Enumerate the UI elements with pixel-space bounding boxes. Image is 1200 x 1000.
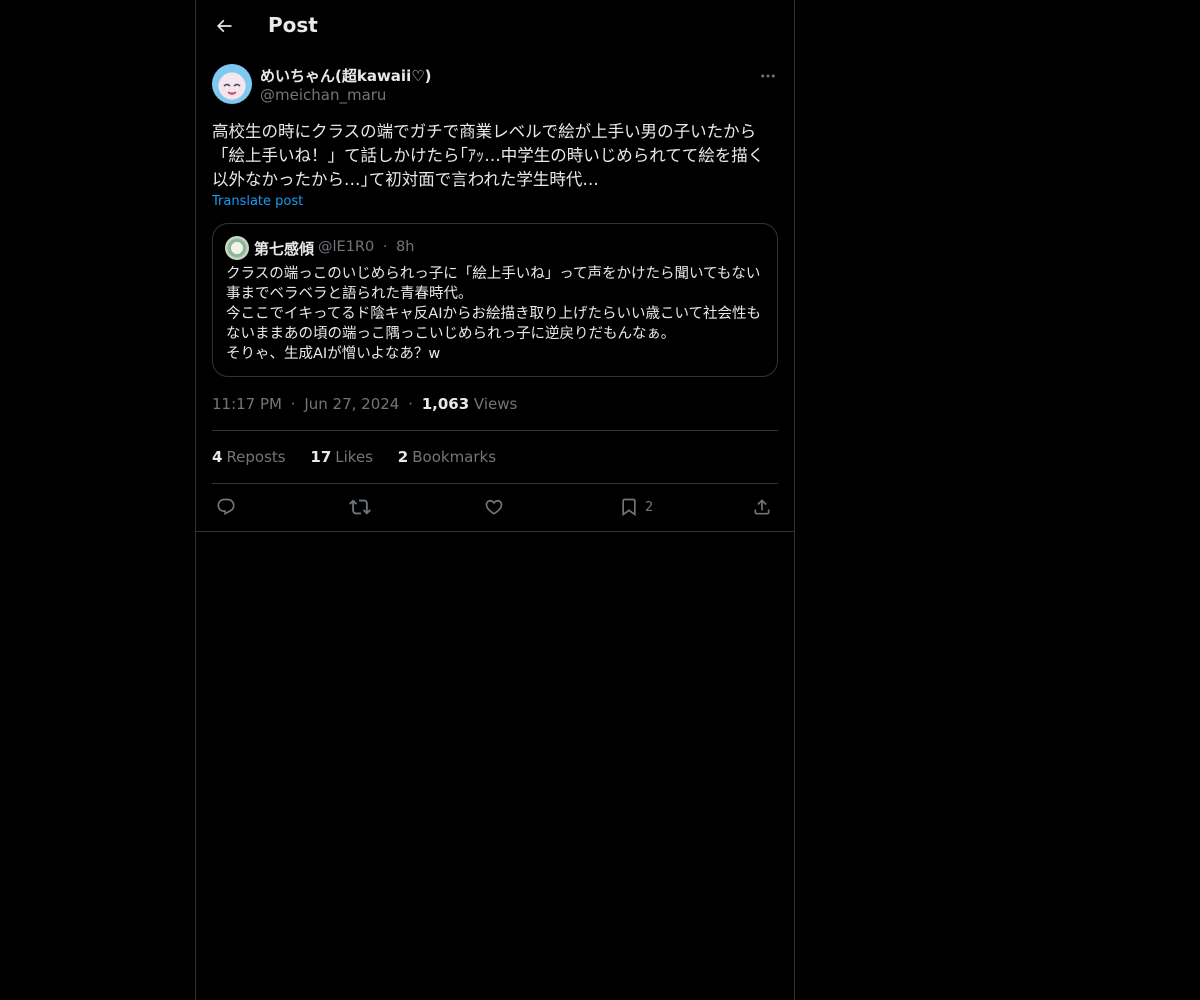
reposts-stat[interactable]: 4 Reposts: [212, 448, 286, 466]
reposts-label: Reposts: [226, 448, 286, 466]
reply-button[interactable]: [216, 494, 236, 520]
translate-post-link[interactable]: Translate post: [212, 194, 303, 209]
quote-author-handle: @lE1R0: [318, 239, 375, 255]
separator: ·: [290, 395, 296, 413]
separator: ·: [408, 395, 413, 413]
likes-label: Likes: [335, 448, 374, 466]
bookmarks-label: Bookmarks: [412, 448, 497, 466]
quote-avatar: [225, 236, 249, 260]
divider: [212, 430, 778, 431]
post-stats: 4 Reposts 17 Likes 2 Bookmarks: [212, 448, 516, 466]
author-row: めいちゃん(超kawaii♡) @meichan_maru: [212, 64, 778, 108]
like-button[interactable]: [484, 494, 504, 520]
more-icon: [761, 74, 775, 78]
likes-stat[interactable]: 17 Likes: [310, 448, 373, 466]
like-icon: [485, 499, 503, 515]
divider: [196, 531, 794, 532]
page-header: Post: [196, 0, 794, 53]
quote-meta: @lE1R0 · 8h: [318, 239, 414, 255]
quote-time: 8h: [396, 239, 415, 255]
likes-count: 17: [310, 448, 332, 466]
share-button[interactable]: [752, 494, 772, 520]
back-button[interactable]: [210, 12, 238, 40]
author-handle[interactable]: @meichan_maru: [260, 86, 386, 104]
quote-text: クラスの端っこのいじめられっ子に「絵上手いね」って声をかけたら聞いてもない事まで…: [226, 266, 762, 362]
bookmark-icon: [622, 498, 636, 517]
bookmark-count: 2: [645, 499, 654, 515]
bookmark-button[interactable]: 2: [619, 494, 653, 520]
post-date[interactable]: Jun 27, 2024: [304, 395, 399, 413]
avatar[interactable]: [212, 64, 252, 104]
page-title: Post: [268, 13, 318, 37]
main-column: Post めいちゃん(超kawaii♡) @meichan_maru 高校生の時…: [195, 0, 795, 1000]
views-label: Views: [473, 395, 518, 413]
post-text: 高校生の時にクラスの端でガチで商業レベルで絵が上手い男の子いたから「絵上手いね！…: [212, 122, 765, 189]
post-time[interactable]: 11:17 PM: [212, 395, 282, 413]
quote-author-name: 第七感傾: [254, 240, 315, 258]
avatar-face-icon: [223, 83, 241, 95]
quoted-post[interactable]: 第七感傾 @lE1R0 · 8h クラスの端っこのいじめられっ子に「絵上手いね」…: [212, 223, 778, 377]
post-meta: 11:17 PM · Jun 27, 2024 · 1,063 Views: [212, 395, 517, 413]
reply-icon: [217, 498, 235, 516]
reposts-count: 4: [212, 448, 223, 466]
share-icon: [754, 499, 770, 515]
post: めいちゃん(超kawaii♡) @meichan_maru 高校生の時にクラスの…: [212, 64, 778, 517]
back-arrow-icon: [216, 19, 232, 33]
repost-icon: [349, 499, 371, 515]
author-name[interactable]: めいちゃん(超kawaii♡): [260, 65, 432, 86]
more-button[interactable]: [758, 66, 778, 86]
action-bar: 2: [212, 494, 778, 520]
repost-button[interactable]: [349, 494, 371, 520]
bookmarks-count: 2: [397, 448, 409, 466]
divider: [212, 483, 778, 484]
separator: ·: [382, 239, 388, 255]
bookmarks-stat[interactable]: 2 Bookmarks: [398, 448, 496, 466]
views-count: 1,063: [421, 395, 470, 413]
